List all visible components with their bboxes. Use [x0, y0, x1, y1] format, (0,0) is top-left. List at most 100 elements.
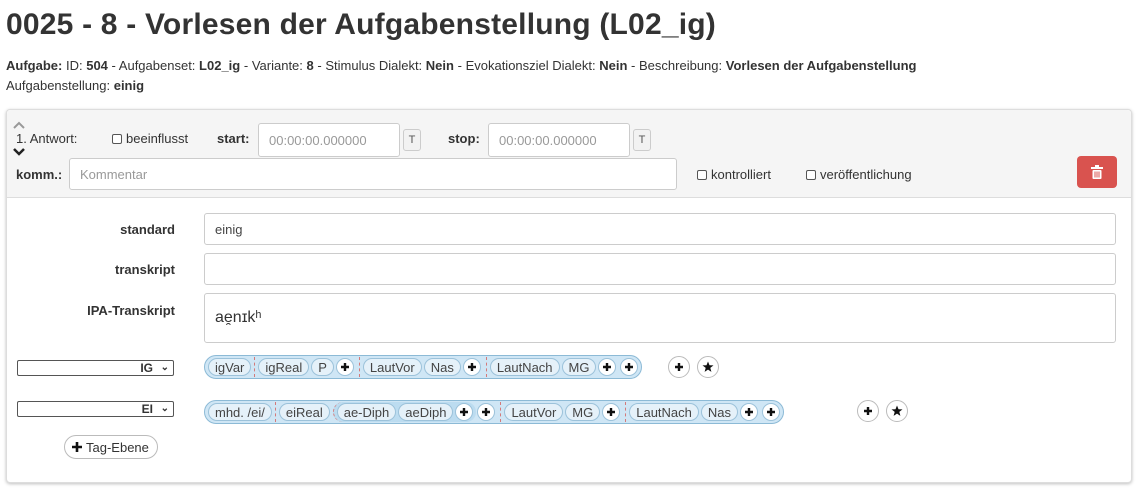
beeinflusst-label: beeinflusst: [126, 131, 189, 146]
meta-variante: 8: [306, 58, 314, 73]
tag-select-ig[interactable]: IG ⌄: [17, 360, 174, 376]
meta-aufgabenstellung-label: Aufgabenstellung:: [6, 78, 111, 93]
plus-icon[interactable]: [762, 403, 781, 421]
chevron-down-icon[interactable]: [13, 148, 25, 156]
start-input[interactable]: 00:00:00.000000: [258, 123, 400, 157]
tag-chip[interactable]: LautVor: [362, 358, 422, 376]
checkbox-box[interactable]: [112, 134, 122, 144]
tag-chain-ig: igVar igReal P LautVor Nas LautNach MG: [204, 355, 643, 379]
meta-id-label: ID:: [65, 58, 83, 73]
plus-icon[interactable]: [462, 358, 481, 376]
plus-icon[interactable]: [335, 358, 354, 376]
meta-stimulus-label: Stimulus Dialekt:: [325, 58, 423, 73]
tag-chip[interactable]: ae-Diph: [336, 403, 397, 421]
plus-icon[interactable]: [477, 403, 496, 421]
tag-chip[interactable]: igReal: [258, 358, 310, 376]
plus-icon: [864, 407, 872, 415]
tag-chip[interactable]: eiReal: [278, 403, 330, 421]
meta-aufgabe-label: Aufgabe:: [6, 58, 63, 73]
checkbox-box[interactable]: [697, 170, 707, 180]
tag-group: igReal P: [254, 357, 357, 377]
plus-icon[interactable]: [602, 403, 621, 421]
meta-sep: -: [631, 58, 636, 73]
beeinflusst-checkbox[interactable]: beeinflusst: [112, 131, 188, 146]
meta-line-1: Aufgabe: ID: 504 - Aufgabenset: L02_ig -…: [6, 56, 916, 76]
star-button[interactable]: [697, 356, 719, 378]
standard-input[interactable]: einig: [204, 213, 1116, 245]
tag-chip[interactable]: LautNach: [489, 358, 560, 376]
tag-chip[interactable]: igVar: [208, 358, 252, 376]
tag-chip[interactable]: LautNach: [629, 403, 699, 421]
tag-chip[interactable]: MG: [565, 403, 601, 421]
tag-subgroup: ae-Diph aeDiph: [332, 402, 477, 422]
plus-icon: [72, 442, 82, 452]
stop-input[interactable]: 00:00:00.000000: [488, 123, 630, 157]
answer-panel: 1. Antwort: beeinflusst start: 00:00:00.…: [6, 109, 1132, 483]
start-label: start:: [217, 131, 250, 146]
stop-label: stop:: [448, 131, 480, 146]
meta-aufgabenset-label: Aufgabenset:: [118, 58, 196, 73]
delete-button[interactable]: [1077, 156, 1117, 188]
plus-icon[interactable]: [620, 358, 639, 376]
standard-label: standard: [120, 222, 175, 237]
add-tag-ebene-button[interactable]: Tag-Ebene: [64, 435, 158, 459]
plus-icon[interactable]: [740, 403, 759, 421]
meta-aufgabenstellung: einig: [113, 78, 145, 93]
veroeffentlichung-checkbox[interactable]: veröffentlichung: [806, 167, 912, 182]
tag-chip[interactable]: LautVor: [504, 403, 564, 421]
kontrolliert-label: kontrolliert: [711, 167, 771, 182]
komm-label: komm.:: [16, 167, 63, 182]
tag-chip[interactable]: MG: [561, 358, 597, 376]
meta-sep: -: [111, 58, 116, 73]
star-button[interactable]: [886, 400, 908, 422]
ipa-input[interactable]: ae̯nɪkʰ: [204, 293, 1116, 343]
meta-stimulus: Nein: [425, 58, 454, 73]
start-t-button[interactable]: T: [403, 129, 421, 151]
tag-chain-ei: mhd. /ei/ eiReal ae-Diph aeDiph LautVor …: [204, 400, 785, 424]
tag-select-ei[interactable]: EI ⌄: [17, 401, 174, 417]
chevron-down-icon: ⌄: [160, 362, 169, 373]
meta-evokation-label: Evokationsziel Dialekt:: [465, 58, 596, 73]
page-title: 0025 - 8 - Vorlesen der Aufgabenstellung…: [6, 8, 716, 41]
task-meta: Aufgabe: ID: 504 - Aufgabenset: L02_ig -…: [6, 56, 916, 96]
tag-group: LautNach MG: [485, 357, 620, 377]
tag-chip[interactable]: P: [311, 358, 334, 376]
meta-sep: -: [243, 58, 249, 73]
meta-aufgabenset: L02_ig: [199, 58, 241, 73]
add-tag-button[interactable]: [857, 400, 879, 422]
meta-sep: -: [317, 58, 322, 73]
meta-beschreibung: Vorlesen der Aufgabenstellung: [725, 58, 917, 73]
tag-chip[interactable]: Nas: [700, 403, 739, 421]
tag-select-value: EI: [141, 402, 153, 416]
veroeffentlichung-label: veröffentlichung: [820, 167, 912, 182]
answer-panel-header: 1. Antwort: beeinflusst start: 00:00:00.…: [7, 110, 1131, 198]
answer-label: 1. Antwort:: [16, 131, 78, 146]
tag-select-value: IG: [140, 361, 153, 375]
meta-line-2: Aufgabenstellung: einig: [6, 76, 916, 96]
plus-icon[interactable]: [598, 358, 617, 376]
checkbox-box[interactable]: [806, 170, 816, 180]
tag-group: eiReal ae-Diph aeDiph: [274, 402, 499, 422]
stop-t-button[interactable]: T: [633, 129, 651, 151]
tag-group: LautVor Nas: [358, 357, 484, 377]
tag-ebene-label: Tag-Ebene: [86, 439, 149, 455]
meta-id: 504: [86, 58, 108, 73]
chevron-up-icon[interactable]: [13, 121, 25, 129]
add-tag-button[interactable]: [668, 356, 690, 378]
tag-chip[interactable]: Nas: [423, 358, 461, 376]
star-icon: [891, 405, 903, 416]
tag-group: LautVor MG: [500, 402, 623, 422]
plus-icon: [675, 363, 683, 371]
meta-variante-label: Variante:: [251, 58, 303, 73]
kontrolliert-checkbox[interactable]: kontrolliert: [697, 167, 771, 182]
plus-icon[interactable]: [455, 403, 474, 421]
star-icon: [702, 361, 714, 372]
chevron-down-icon: ⌄: [160, 403, 169, 414]
meta-sep: -: [457, 58, 462, 73]
comment-input[interactable]: Kommentar: [69, 158, 677, 190]
tag-chip[interactable]: mhd. /ei/: [208, 403, 272, 421]
tag-chip[interactable]: aeDiph: [398, 403, 454, 421]
meta-evokation: Nein: [599, 58, 628, 73]
transkript-input[interactable]: [204, 253, 1116, 285]
ipa-label: IPA-Transkript: [87, 303, 175, 318]
